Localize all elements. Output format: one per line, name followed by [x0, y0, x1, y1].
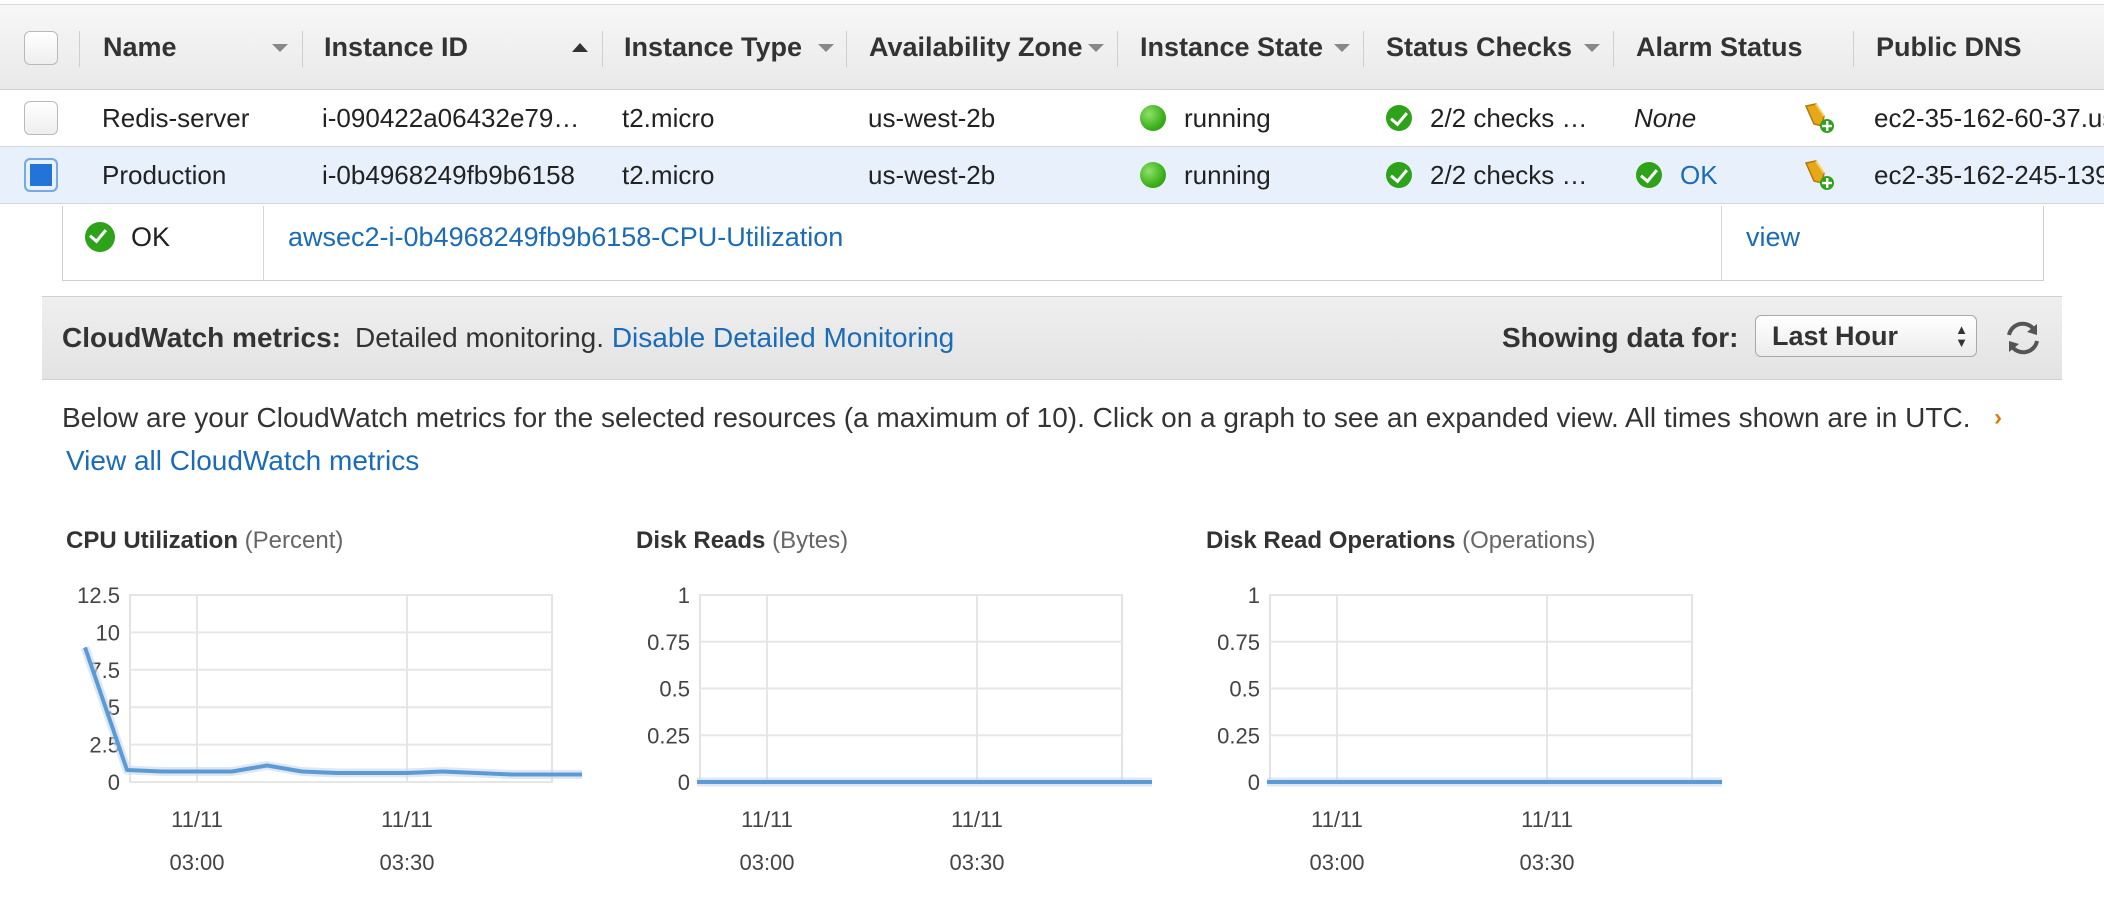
- x-tick-date: 11/11: [1311, 807, 1363, 832]
- y-tick-label: 0.5: [1229, 677, 1260, 702]
- x-tick-time: 03:30: [1519, 850, 1574, 875]
- y-tick-label: 1: [1248, 583, 1260, 608]
- x-tick-time: 03:00: [1309, 850, 1364, 875]
- x-tick-date: 11/11: [1521, 807, 1573, 832]
- disk-read-operations-chart[interactable]: 1 0.75 0.5 0.25 0 11/11 03:00 11/11 03:30: [0, 0, 2104, 920]
- y-tick-label: 0.75: [1217, 630, 1260, 655]
- y-tick-label: 0: [1248, 770, 1260, 795]
- y-tick-label: 0.25: [1217, 723, 1260, 748]
